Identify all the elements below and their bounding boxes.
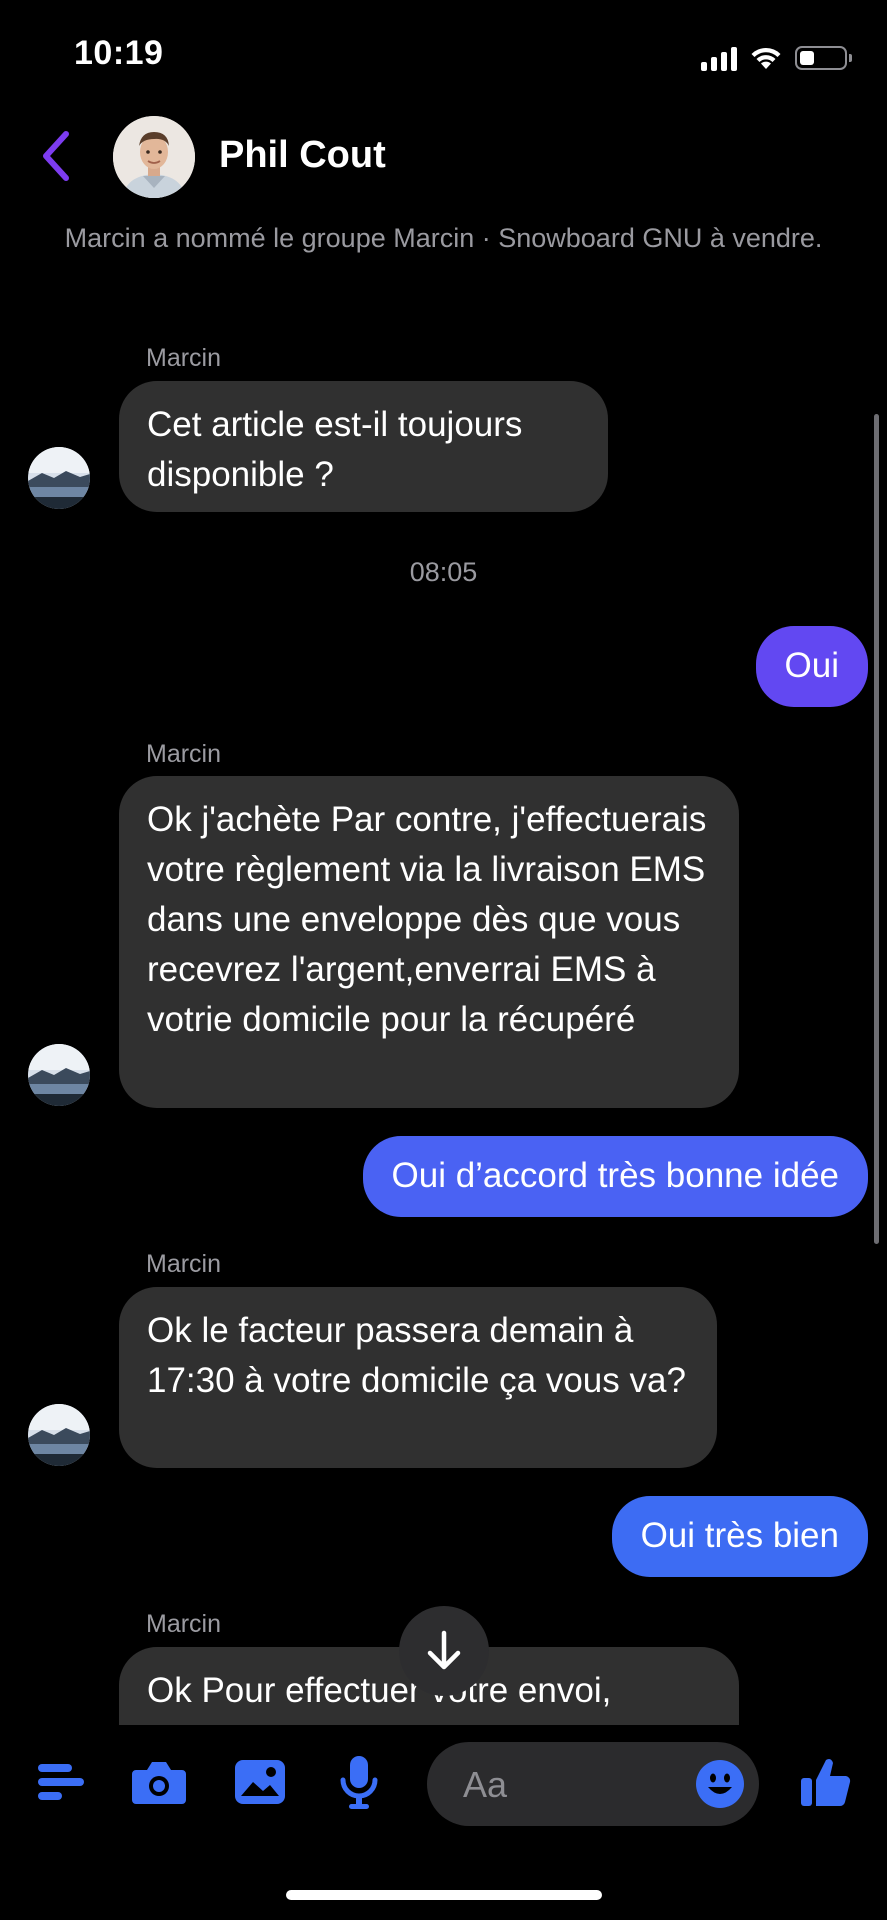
emoji-icon[interactable] [695, 1759, 745, 1809]
message-composer[interactable] [427, 1742, 759, 1828]
arrow-down-icon [427, 1630, 461, 1670]
sender-name: Marcin [146, 740, 222, 768]
battery-icon [795, 46, 852, 70]
sender-avatar[interactable] [28, 447, 90, 509]
sender-name: Marcin [146, 344, 222, 372]
microphone-icon [340, 1756, 378, 1809]
menu-icon [38, 1764, 84, 1800]
wifi-icon [751, 47, 781, 69]
outgoing-message[interactable]: Oui très bien [611, 1496, 868, 1577]
back-chevron-icon[interactable] [36, 128, 76, 184]
contact-name[interactable]: Phil Cout [219, 134, 386, 177]
cellular-signal-icon [701, 45, 737, 71]
camera-icon [132, 1762, 186, 1804]
incoming-message[interactable]: Ok j'achète Par contre, j'effectuerais v… [119, 776, 739, 1108]
scrollbar[interactable] [874, 414, 879, 1244]
sender-name: Marcin [146, 1610, 222, 1638]
message-timestamp: 08:05 [409, 557, 478, 587]
status-time: 10:19 [74, 34, 164, 72]
sender-name: Marcin [146, 1250, 222, 1278]
image-icon [235, 1760, 285, 1804]
message-input[interactable] [461, 1742, 665, 1828]
thumbs-up-icon [801, 1759, 851, 1807]
sender-avatar[interactable] [28, 1404, 90, 1466]
sender-avatar[interactable] [28, 1044, 90, 1106]
outgoing-message[interactable]: Oui [755, 626, 868, 707]
outgoing-message[interactable]: Oui d’accord très bonne idée [362, 1136, 868, 1217]
microphone-button[interactable] [336, 1752, 382, 1812]
status-icons [701, 38, 852, 78]
camera-button[interactable] [128, 1752, 190, 1812]
scroll-to-bottom-button[interactable] [399, 1606, 489, 1696]
menu-button[interactable] [34, 1752, 88, 1812]
incoming-message[interactable]: Ok le facteur passera demain à 17:30 à v… [119, 1287, 717, 1468]
contact-avatar[interactable] [113, 116, 195, 198]
home-indicator [286, 1890, 602, 1900]
like-button[interactable] [796, 1752, 856, 1812]
incoming-message[interactable]: Cet article est-il toujours disponible ? [119, 381, 608, 512]
group-name-notice: Marcin a nommé le groupe Marcin · Snowbo… [64, 223, 823, 253]
gallery-button[interactable] [232, 1752, 288, 1812]
